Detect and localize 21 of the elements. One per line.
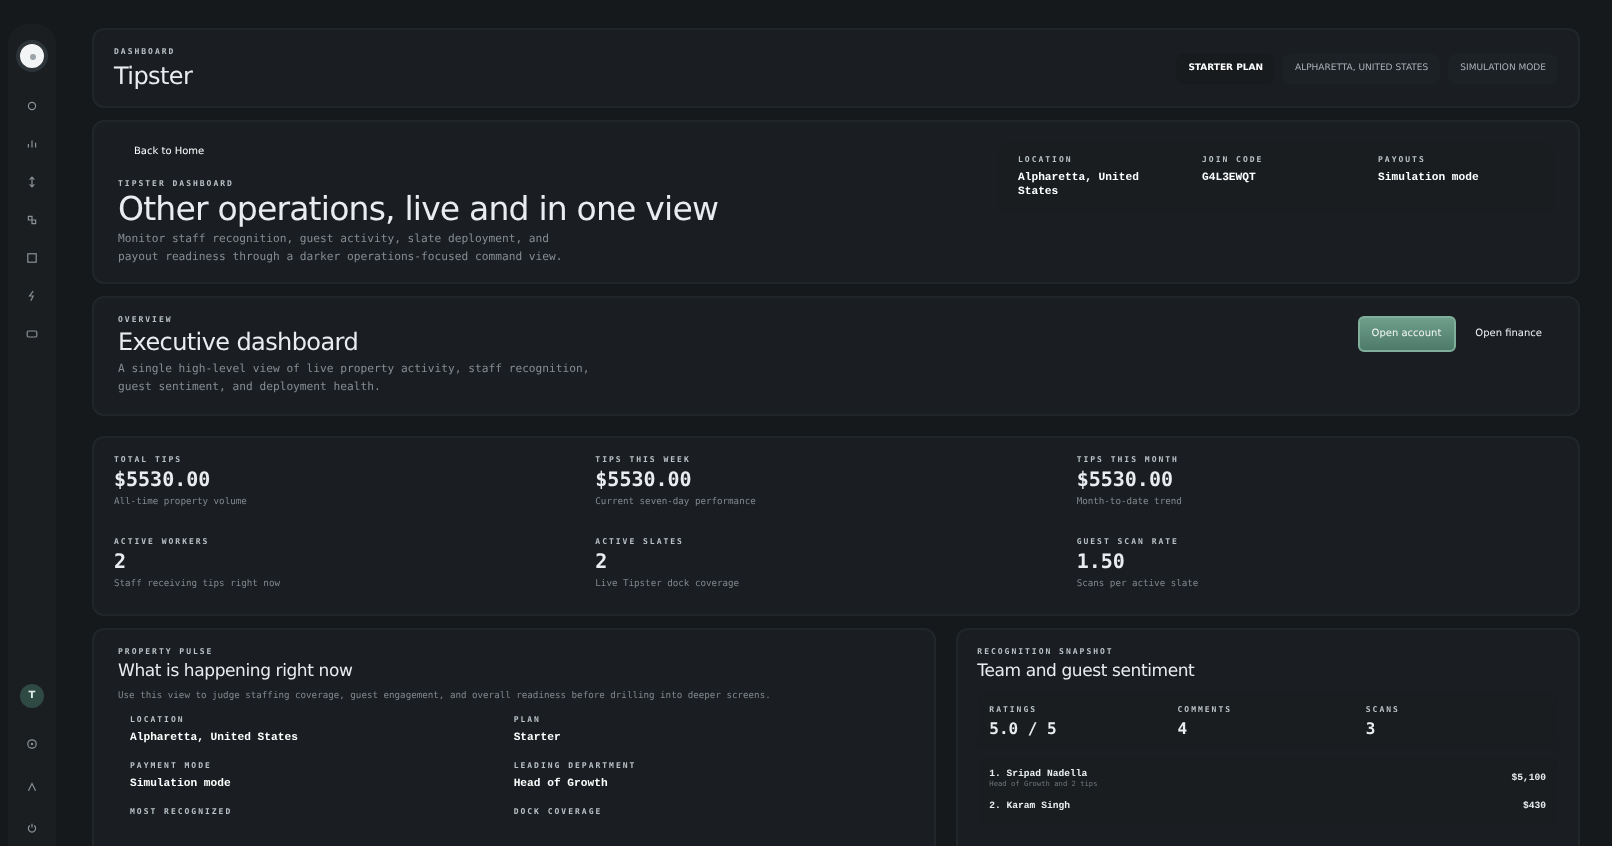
pulse-title: What is happening right now <box>118 662 355 682</box>
metric-value: 5.0 / 5 <box>989 720 1059 738</box>
overview-title: Executive dashboard <box>118 328 361 356</box>
stat-value: $5530.00 <box>1076 470 1175 492</box>
stat-value: 2 <box>114 552 129 574</box>
stat-value: 1.50 <box>1076 552 1127 574</box>
recognition-title: Team and guest sentiment <box>977 662 1197 682</box>
card-icon[interactable] <box>26 328 38 340</box>
arrows-icon[interactable] <box>26 176 38 188</box>
stat-value: 2 <box>595 552 610 574</box>
hero-title: Other operations, live and in one view <box>118 190 719 228</box>
chart-icon[interactable] <box>26 138 38 150</box>
bolt-icon[interactable] <box>26 290 38 302</box>
logo-icon[interactable] <box>16 40 48 72</box>
stat-value: $5530.00 <box>595 470 694 492</box>
stat-value: $5530.00 <box>114 470 213 492</box>
power-icon[interactable] <box>26 822 38 834</box>
page-title: Tipster <box>114 62 193 90</box>
metric-value: 3 <box>1365 720 1378 738</box>
metric-value: 4 <box>1177 720 1190 738</box>
help-icon[interactable] <box>26 738 38 750</box>
